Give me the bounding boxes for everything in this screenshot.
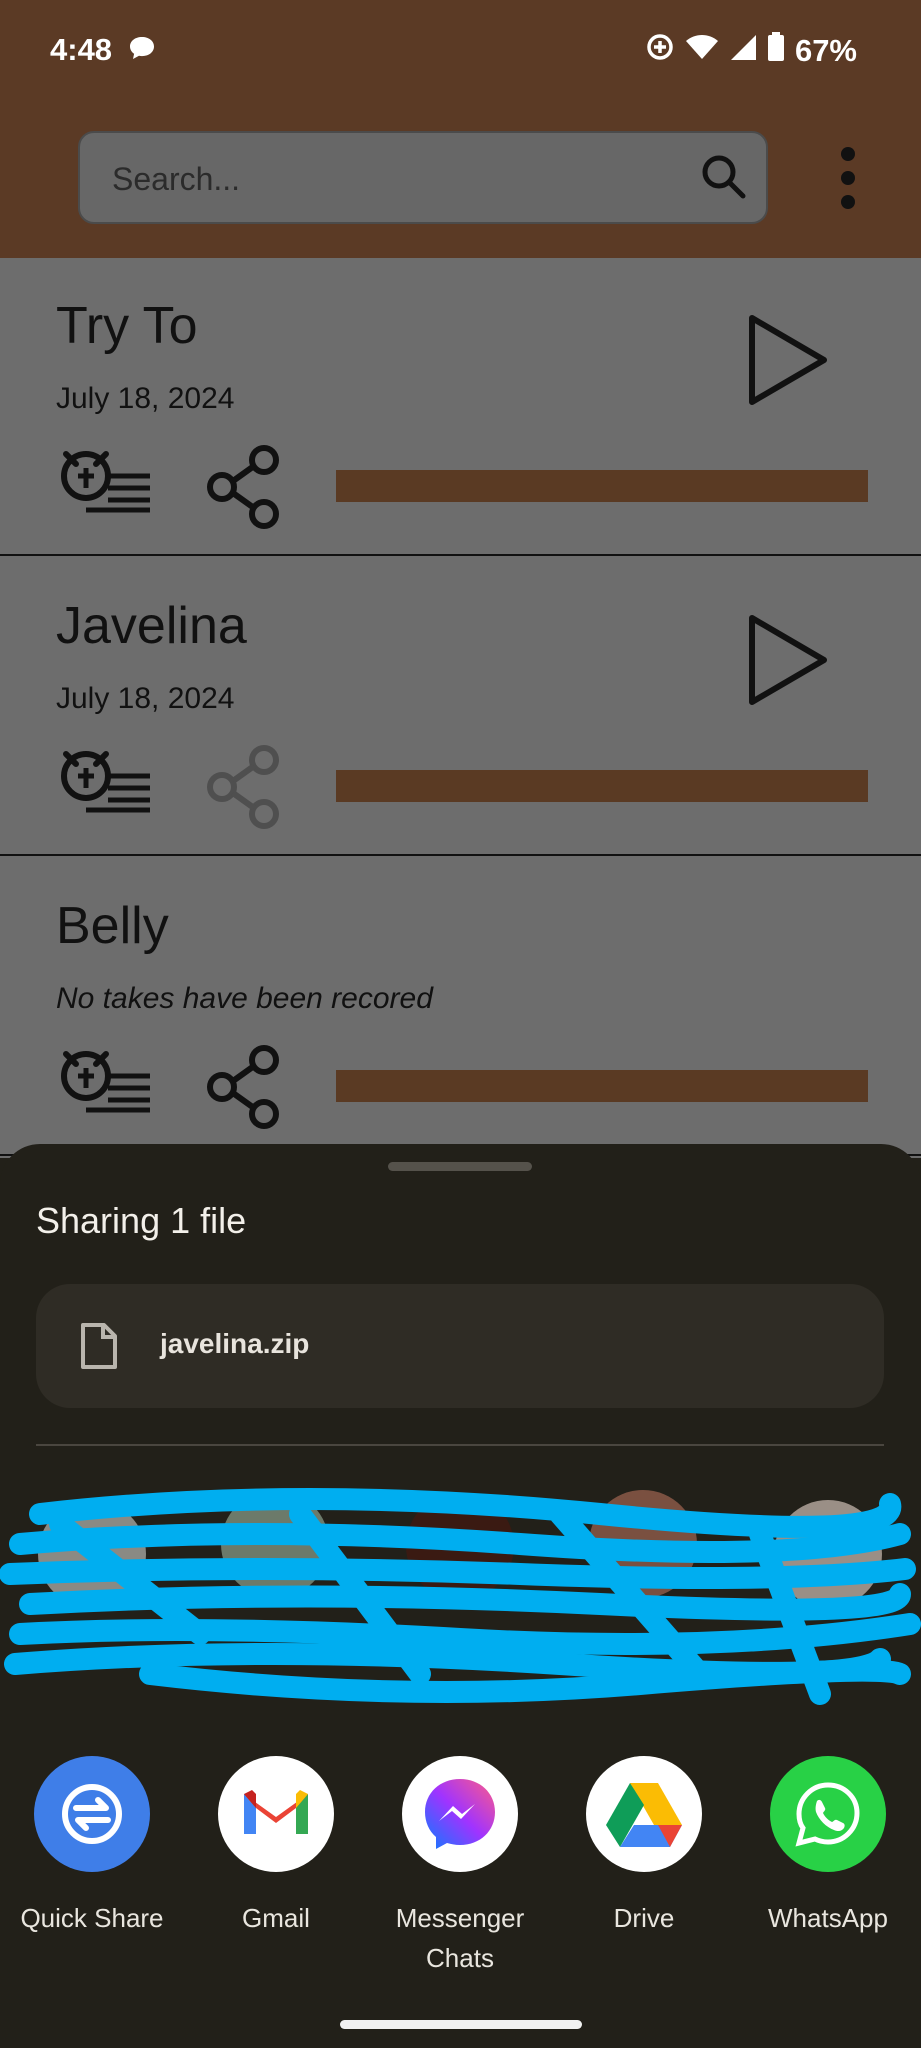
share-sheet: Sharing 1 file javelina.zip Quick Share … <box>0 1144 921 2048</box>
messenger-icon[interactable] <box>402 1756 518 1872</box>
quick-share-icon[interactable] <box>34 1756 150 1872</box>
share-target-messenger[interactable]: Messenger Chats <box>368 1756 552 1978</box>
gmail-icon[interactable] <box>218 1756 334 1872</box>
file-name: javelina.zip <box>160 1328 310 1359</box>
search-bar[interactable]: Search... <box>78 131 768 224</box>
data-saver-icon <box>645 32 675 70</box>
divider <box>36 1444 884 1446</box>
song-list: Try To July 18, 2024 Javelina July 18, 2… <box>0 258 921 1158</box>
app-label: Gmail <box>242 1903 310 1933</box>
signal-icon <box>729 33 757 69</box>
share-app-row: Quick Share Gmail Messenger Chats Drive … <box>0 1756 921 1973</box>
app-label: WhatsApp <box>768 1903 888 1933</box>
share-icon[interactable] <box>206 444 282 535</box>
song-title: Try To <box>56 297 198 355</box>
drive-icon[interactable] <box>586 1756 702 1872</box>
shared-file-card: javelina.zip <box>36 1284 884 1408</box>
share-icon[interactable] <box>206 1044 282 1135</box>
redacted-direct-share-targets <box>0 1474 921 1734</box>
chat-bubble-icon <box>128 34 156 67</box>
more-options-icon[interactable] <box>836 146 860 215</box>
song-title: Javelina <box>56 597 247 655</box>
status-icons: 67% <box>645 32 857 70</box>
whatsapp-icon[interactable] <box>770 1756 886 1872</box>
song-title: Belly <box>56 897 169 955</box>
share-sheet-title: Sharing 1 file <box>36 1200 247 1241</box>
status-time: 4:48 <box>50 32 113 67</box>
progress-bar <box>336 770 868 802</box>
song-date: July 18, 2024 <box>56 682 235 715</box>
app-bar: Search... <box>0 100 921 258</box>
wifi-icon <box>685 33 719 69</box>
battery-percent: 67% <box>794 33 857 68</box>
app-label: Messenger Chats <box>395 1903 525 1973</box>
play-icon[interactable] <box>740 310 832 415</box>
share-target-gmail[interactable]: Gmail <box>184 1756 368 1938</box>
song-empty-note: No takes have been recored <box>56 982 433 1015</box>
share-icon-disabled <box>206 744 282 835</box>
share-target-drive[interactable]: Drive <box>552 1756 736 1938</box>
app-label: Drive <box>613 1903 675 1933</box>
takes-list-icon[interactable] <box>56 444 156 521</box>
battery-icon <box>767 32 785 70</box>
song-date: July 18, 2024 <box>56 382 235 415</box>
share-target-quick-share[interactable]: Quick Share <box>0 1756 184 1938</box>
file-icon <box>80 1322 118 1375</box>
takes-list-icon[interactable] <box>56 744 156 821</box>
play-icon[interactable] <box>740 610 832 715</box>
song-card[interactable]: Belly No takes have been recored <box>0 858 921 1156</box>
progress-bar <box>336 470 868 502</box>
gesture-nav-handle[interactable] <box>340 2020 582 2029</box>
status-bar: 4:48 67% <box>0 0 921 100</box>
share-target-whatsapp[interactable]: WhatsApp <box>736 1756 920 1938</box>
drag-handle[interactable] <box>388 1162 532 1171</box>
search-input[interactable]: Search... <box>112 161 240 198</box>
takes-list-icon[interactable] <box>56 1044 156 1121</box>
song-card[interactable]: Try To July 18, 2024 <box>0 258 921 556</box>
app-label: Quick Share <box>20 1903 164 1933</box>
song-card[interactable]: Javelina July 18, 2024 <box>0 558 921 856</box>
progress-bar <box>336 1070 868 1102</box>
search-icon[interactable] <box>698 151 750 208</box>
